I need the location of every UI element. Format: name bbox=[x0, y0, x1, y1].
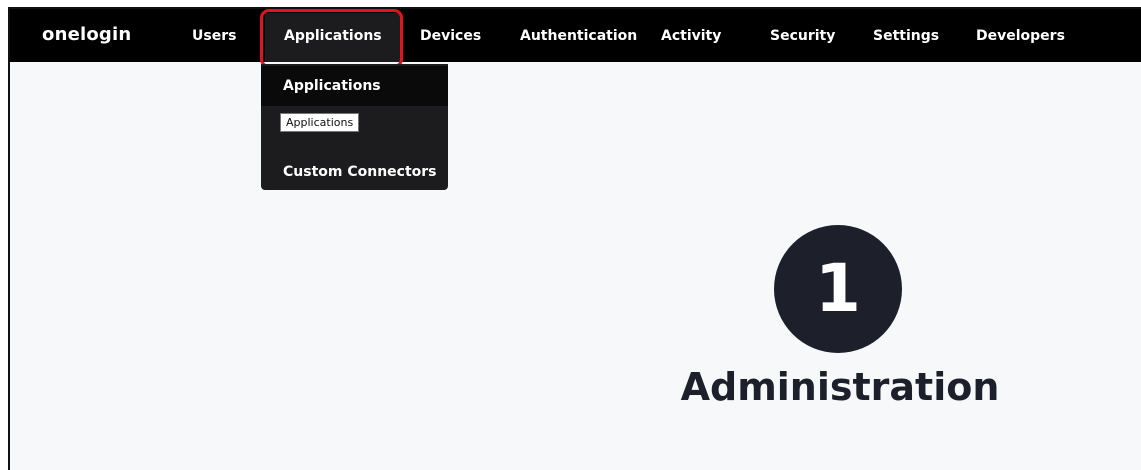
dropdown-item-custom-connectors[interactable]: Custom Connectors bbox=[261, 152, 448, 192]
onelogin-logo[interactable]: onelogin bbox=[42, 24, 131, 45]
top-nav-bar: onelogin Users Applications Devices Auth… bbox=[10, 9, 1141, 62]
nav-item-developers[interactable]: Developers bbox=[976, 28, 1065, 44]
nav-item-security[interactable]: Security bbox=[770, 28, 835, 44]
nav-item-devices[interactable]: Devices bbox=[420, 28, 481, 44]
nav-item-settings[interactable]: Settings bbox=[873, 28, 939, 44]
applications-tooltip: Applications bbox=[280, 113, 360, 132]
onelogin-badge-icon: 1 bbox=[774, 225, 902, 353]
nav-item-activity[interactable]: Activity bbox=[661, 28, 721, 44]
nav-item-applications[interactable]: Applications bbox=[284, 28, 382, 44]
nav-item-users[interactable]: Users bbox=[192, 28, 236, 44]
nav-item-authentication[interactable]: Authentication bbox=[520, 28, 637, 44]
app-window: onelogin Users Applications Devices Auth… bbox=[8, 7, 1141, 470]
badge-glyph: 1 bbox=[815, 250, 861, 327]
dropdown-item-applications[interactable]: Applications bbox=[261, 66, 448, 106]
page-title: Administration bbox=[680, 365, 1000, 409]
